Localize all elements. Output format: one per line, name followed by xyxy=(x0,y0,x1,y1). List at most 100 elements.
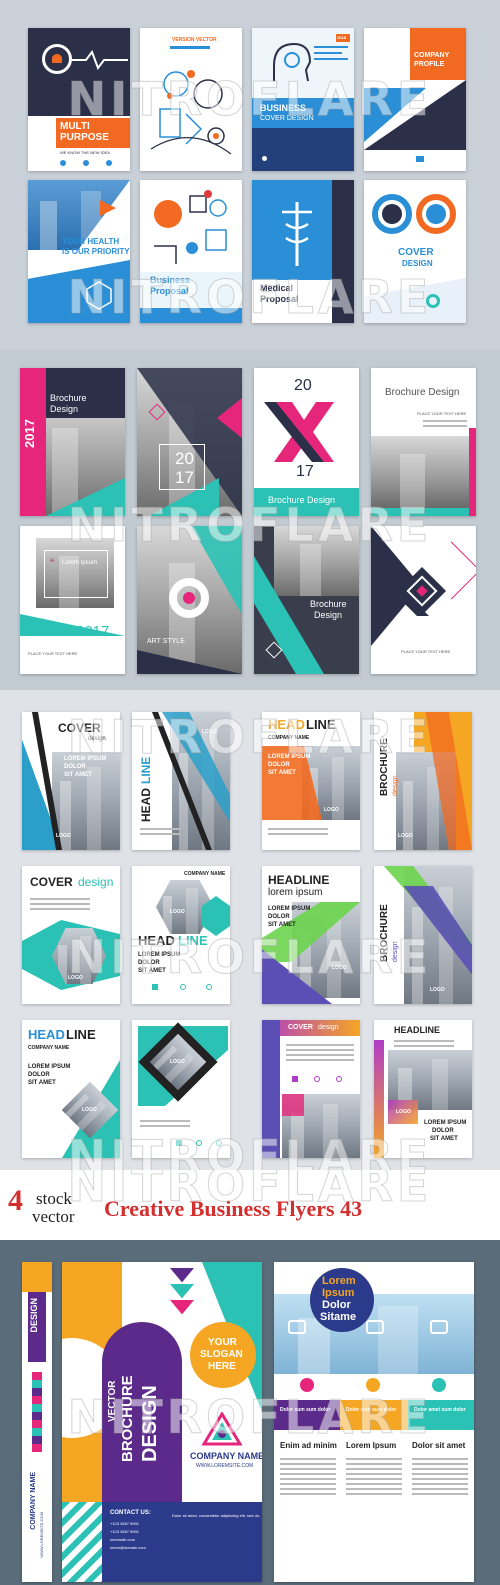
company-name: COMPANY NAME xyxy=(268,735,310,741)
card-body: SIT AMET xyxy=(268,770,296,776)
card-body: SIT AMET xyxy=(268,922,296,928)
card-title: PURPOSE xyxy=(60,132,109,143)
card-body: LOREM IPSUM xyxy=(268,754,311,760)
flyer-company-profile: COMPANY PROFILE xyxy=(364,28,466,171)
card-title: YOUR HEALTH xyxy=(62,237,120,246)
head-gear-icon xyxy=(273,42,312,82)
search-icon xyxy=(314,1076,320,1082)
card-tagline: WE KNOW THE NEW IDEA xyxy=(60,150,110,155)
quote-icon: “ xyxy=(50,555,55,571)
flyer-brochure-x-2017: 20 17 Brochure Design xyxy=(254,368,359,516)
camera-icon xyxy=(366,1320,384,1334)
card-title: BUSINESS xyxy=(260,103,307,113)
card-tagline: PLACE YOUR TEXT HERE xyxy=(417,411,467,416)
card-title: BROCHURE xyxy=(379,904,390,962)
flyer-diamond-geometric: PLACE YOUR TEXT HERE xyxy=(371,526,476,674)
bulb-icon xyxy=(216,1140,222,1146)
medical-line-art-icon xyxy=(150,70,232,155)
card-tagline: PLACE YOUR TEXT HERE xyxy=(28,651,78,656)
flyer-lorem-2017: “ Lorem Ipsum 2017 PLACE YOUR TEXT HERE xyxy=(20,526,125,674)
flyer-art-style: ART STYLE xyxy=(137,526,242,674)
card-title: HEAD xyxy=(268,717,305,732)
flyer-2017-geometric: 20 17 xyxy=(137,368,242,516)
briefcase-icon xyxy=(366,1378,380,1392)
card-subtitle: design xyxy=(78,875,114,889)
flyer-brochure-orange: BROCHURE design LOGO xyxy=(374,712,472,850)
card-title: Design xyxy=(50,404,79,414)
logo-text: LOGO xyxy=(56,833,71,839)
column-title: Lorem Ipsum xyxy=(346,1441,397,1450)
brand-number: 4 xyxy=(8,1184,23,1217)
card-title: HEAD xyxy=(28,1027,65,1042)
column-title: Dolor sit amet xyxy=(412,1441,466,1450)
card-body: DOLOR xyxy=(64,764,86,770)
card-title: Medical xyxy=(260,283,294,293)
vertical-text: BROCHURE xyxy=(119,1375,136,1462)
card-title: HEADLINE xyxy=(394,1025,441,1035)
spine-company: COMPANY NAME xyxy=(30,1472,37,1530)
company-name: COMPANY NAME xyxy=(190,1451,262,1461)
brand-top: stock xyxy=(36,1189,72,1208)
flyer-cover-purple: COVER design xyxy=(262,1020,360,1158)
home-icon xyxy=(152,984,158,990)
card-title: ART STYLE xyxy=(147,638,185,645)
card-title: COVER xyxy=(398,247,434,258)
logo-text: LOGO xyxy=(430,987,445,993)
card-title: Proposal xyxy=(150,286,189,296)
card-title: LINE xyxy=(306,717,336,732)
card-body: LOREM IPSUM xyxy=(138,952,181,958)
logo-text: LOGO xyxy=(396,1109,411,1115)
brain-icon xyxy=(300,1378,314,1392)
card-title: PROFILE xyxy=(414,61,445,68)
card-year: 20 xyxy=(294,377,312,394)
card-body: SIT AMET xyxy=(138,968,166,974)
card-title: Design xyxy=(314,610,343,620)
contact-email: lorem@domain.com xyxy=(110,1545,146,1550)
card-title: LINE xyxy=(178,933,208,948)
contact-label: CONTACT US: xyxy=(110,1510,151,1516)
page-title: Creative Business Flyers 43 xyxy=(104,1196,363,1221)
card-subtitle: design xyxy=(392,775,399,796)
card-subtitle: design xyxy=(392,941,399,962)
logo-text: LOGO xyxy=(68,975,83,981)
section-cover-headline: COVER design LOREM IPSUM DOLOR SIT AMET … xyxy=(0,690,500,1170)
brand-bottom: vector xyxy=(32,1207,75,1226)
flyer-headline-hexagon: COMPANY NAME HEAD LINE LOREM IPSUM DOLOR… xyxy=(132,866,230,1004)
card-title: HEAD xyxy=(139,787,153,822)
slogan: SLOGAN xyxy=(200,1349,243,1360)
flyer-cover-design-eye: COVER DESIGN xyxy=(364,180,466,323)
logo-text: LOGO xyxy=(332,965,347,971)
spine-url: WWW.LOREMSITE.COM xyxy=(39,1512,44,1558)
card-body: DOLOR xyxy=(28,1072,50,1078)
card-body: SIT AMET xyxy=(28,1080,56,1086)
logo-text: LOGO xyxy=(82,1107,97,1113)
flyer-cover-design-teal: COVER design LOREM IPSUM DOLOR SIT AMET … xyxy=(22,712,120,850)
home-icon xyxy=(292,1076,298,1082)
caduceus-icon xyxy=(282,202,312,266)
flyer-headline-gradient: HEADLINE LOREM IPSUM DOLOR SIT AMET LOGO xyxy=(374,1020,472,1158)
inner-heading: Lorem xyxy=(322,1275,356,1287)
card-year: 17 xyxy=(296,463,314,480)
card-body: LOREM IPSUM xyxy=(64,756,107,762)
card-quote: Lorem Ipsum xyxy=(62,560,98,566)
card-subtitle: design xyxy=(318,1024,339,1031)
inner-heading: Dolor xyxy=(322,1299,351,1311)
slogan: YOUR xyxy=(208,1337,237,1348)
flyer-headline-green: HEADLINE lorem ipsum LOREM IPSUM DOLOR S… xyxy=(262,866,360,1004)
card-subtitle: lorem ipsum xyxy=(268,887,323,898)
bulb-icon xyxy=(336,1076,342,1082)
card-body: DOLOR xyxy=(432,1128,454,1134)
card-title: Brochure Design xyxy=(268,495,336,505)
card-title: Brochure xyxy=(50,393,87,403)
band-text: Dolor sum sum dolor xyxy=(346,1407,397,1413)
footer-text: Dolor sit amet, consectetur adipiscing e… xyxy=(172,1513,261,1518)
brochure-inner-page: Lorem Ipsum Dolor Sitame Dolor sum sum d… xyxy=(274,1262,474,1582)
card-year: 2017 xyxy=(22,419,37,448)
card-title: IS OUR PRIORITY xyxy=(62,247,130,256)
search-icon xyxy=(180,984,186,990)
flyer-diamond-black: LOGO xyxy=(132,1020,230,1158)
title-bar: 4 stock vector Creative Business Flyers … xyxy=(0,1170,500,1240)
card-tagline: PLACE YOUR TEXT HERE xyxy=(401,649,451,654)
card-title: Brochure xyxy=(310,599,347,609)
flyer-medical-icons: VERSION VECTOR xyxy=(140,28,242,171)
